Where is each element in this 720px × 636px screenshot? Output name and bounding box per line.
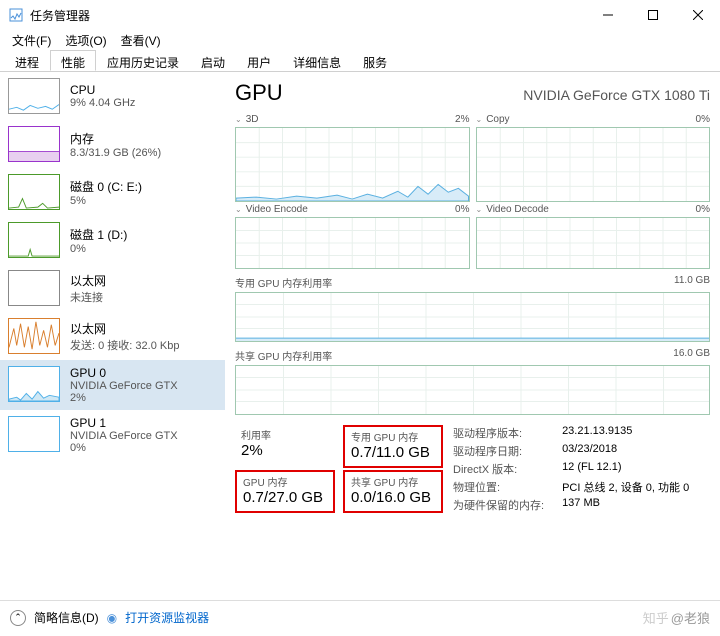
maximize-button[interactable] bbox=[630, 0, 675, 30]
sidebar-item-disk1[interactable]: 磁盘 1 (D:)0% bbox=[0, 216, 225, 264]
chevron-down-icon[interactable]: ⌄ bbox=[235, 115, 242, 124]
sidebar-item-cpu[interactable]: CPU9% 4.04 GHz bbox=[0, 72, 225, 120]
brief-info-link[interactable]: 简略信息(D) bbox=[34, 609, 99, 626]
panel-venc-label: Video Encode bbox=[246, 204, 455, 215]
menu-bar: 文件(F) 选项(O) 查看(V) bbox=[0, 30, 720, 50]
stat-shared-mem: 共享 GPU 内存 0.0/16.0 GB bbox=[343, 470, 443, 513]
chevron-down-icon[interactable]: ⌄ bbox=[235, 205, 242, 214]
chart-vdec bbox=[476, 217, 711, 269]
cpu-thumb bbox=[8, 78, 60, 114]
panel-copy-label: Copy bbox=[486, 114, 695, 125]
sidebar-item-disk0[interactable]: 磁盘 0 (C: E:)5% bbox=[0, 168, 225, 216]
gpu0-thumb bbox=[8, 366, 60, 402]
menu-options[interactable]: 选项(O) bbox=[59, 30, 112, 50]
tab-bar: 进程 性能 应用历史记录 启动 用户 详细信息 服务 bbox=[0, 50, 720, 72]
chart-shared-mem bbox=[235, 365, 710, 415]
sidebar-item-gpu1[interactable]: GPU 1NVIDIA GeForce GTX0% bbox=[0, 410, 225, 460]
tab-details[interactable]: 详细信息 bbox=[282, 50, 352, 71]
perf-icon: ◉ bbox=[107, 611, 117, 625]
memory-thumb bbox=[8, 126, 60, 162]
sidebar-item-ethernet2[interactable]: 以太网发送: 0 接收: 32.0 Kbp bbox=[0, 312, 225, 360]
menu-view[interactable]: 查看(V) bbox=[115, 30, 167, 50]
disk0-thumb bbox=[8, 174, 60, 210]
tab-users[interactable]: 用户 bbox=[236, 50, 282, 71]
tab-startup[interactable]: 启动 bbox=[190, 50, 236, 71]
close-button[interactable] bbox=[675, 0, 720, 30]
sidebar: CPU9% 4.04 GHz 内存8.3/31.9 GB (26%) 磁盘 0 … bbox=[0, 72, 225, 600]
window-title: 任务管理器 bbox=[30, 7, 585, 24]
tab-app-history[interactable]: 应用历史记录 bbox=[96, 50, 190, 71]
footer: ⌃ 简略信息(D) ◉ 打开资源监视器 知乎 @老狼 bbox=[0, 600, 720, 634]
stat-utilization: 利用率 2% bbox=[235, 425, 335, 468]
shared-mem-label: 共享 GPU 内存利用率 bbox=[235, 348, 673, 363]
main-panel: GPU NVIDIA GeForce GTX 1080 Ti ⌄3D2% ⌄Co… bbox=[225, 72, 720, 600]
chart-dedicated-mem bbox=[235, 292, 710, 342]
stat-dedicated-mem: 专用 GPU 内存 0.7/11.0 GB bbox=[343, 425, 443, 468]
panel-vdec-label: Video Decode bbox=[486, 204, 695, 215]
panel-3d-label: 3D bbox=[246, 114, 455, 125]
menu-file[interactable]: 文件(F) bbox=[6, 30, 57, 50]
chevron-down-icon[interactable]: ⌄ bbox=[476, 205, 483, 214]
minimize-button[interactable] bbox=[585, 0, 630, 30]
chevron-up-icon[interactable]: ⌃ bbox=[10, 610, 26, 626]
gpu1-thumb bbox=[8, 416, 60, 452]
eth1-thumb bbox=[8, 270, 60, 306]
disk1-thumb bbox=[8, 222, 60, 258]
chart-copy bbox=[476, 127, 711, 202]
page-title: GPU bbox=[235, 80, 523, 106]
tab-performance[interactable]: 性能 bbox=[50, 50, 96, 71]
chevron-down-icon[interactable]: ⌄ bbox=[476, 115, 483, 124]
gpu-info: 驱动程序版本:23.21.13.9135 驱动程序日期:03/23/2018 D… bbox=[453, 425, 689, 513]
eth2-thumb bbox=[8, 318, 60, 354]
title-bar: 任务管理器 bbox=[0, 0, 720, 30]
sidebar-item-ethernet1[interactable]: 以太网未连接 bbox=[0, 264, 225, 312]
watermark: 知乎 @老狼 bbox=[643, 608, 710, 627]
tab-processes[interactable]: 进程 bbox=[4, 50, 50, 71]
chart-venc bbox=[235, 217, 470, 269]
tab-services[interactable]: 服务 bbox=[352, 50, 398, 71]
stat-gpu-mem: GPU 内存 0.7/27.0 GB bbox=[235, 470, 335, 513]
sidebar-item-memory[interactable]: 内存8.3/31.9 GB (26%) bbox=[0, 120, 225, 168]
app-icon bbox=[8, 7, 24, 23]
dedicated-mem-label: 专用 GPU 内存利用率 bbox=[235, 275, 674, 290]
chart-3d bbox=[235, 127, 470, 202]
gpu-name: NVIDIA GeForce GTX 1080 Ti bbox=[523, 87, 710, 103]
resource-monitor-link[interactable]: 打开资源监视器 bbox=[125, 609, 209, 626]
sidebar-item-gpu0[interactable]: GPU 0NVIDIA GeForce GTX2% bbox=[0, 360, 225, 410]
